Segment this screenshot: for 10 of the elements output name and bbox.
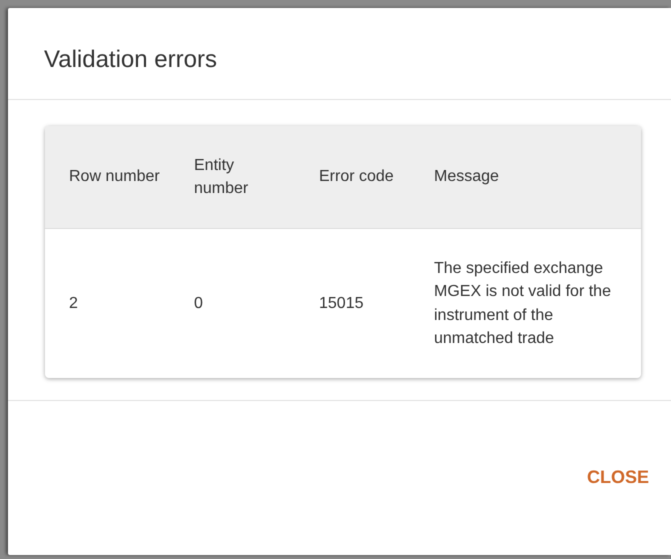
column-header: Message [410, 126, 641, 229]
dialog-title: Validation errors [44, 46, 218, 75]
table-cell: The specified exchange MGEX is not valid for the instrument of the unmatched trade [410, 228, 641, 378]
table-cell: 2 [45, 228, 170, 378]
column-header: Error code [295, 126, 410, 229]
column-header: Row number [45, 126, 170, 229]
table-cell: 0 [170, 228, 295, 378]
table-cell: 15015 [295, 228, 410, 378]
close-button[interactable]: CLOSE [582, 458, 653, 498]
column-header: Entity number [170, 126, 295, 229]
